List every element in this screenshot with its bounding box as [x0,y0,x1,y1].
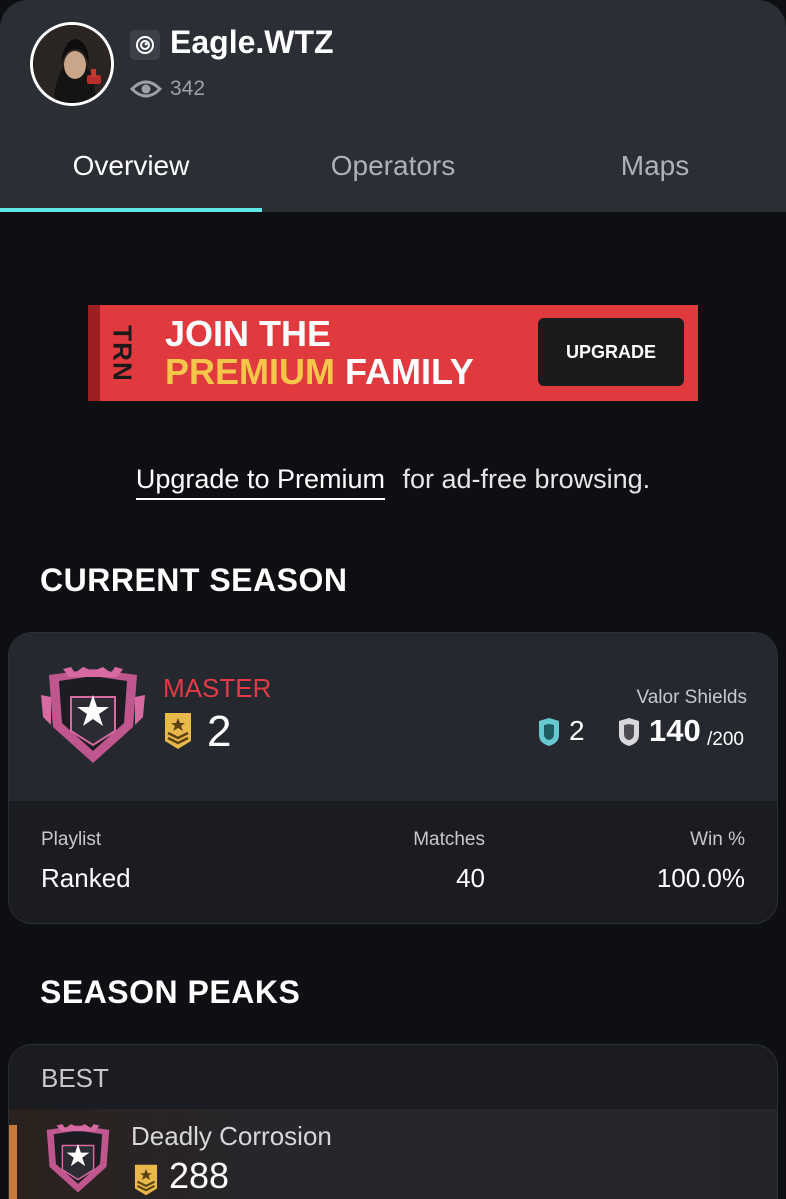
matches-label: Matches [413,829,485,850]
matches-value: 40 [456,863,485,893]
peak-accent-bar [9,1125,17,1199]
valor-shields-label: Valor Shields [636,687,747,708]
silver-shield-icon [619,718,639,746]
season-peaks-card: BEST Deadly Corrosion 288 [8,1044,778,1199]
views-count: 342 [170,77,206,100]
peak-rank-icon [46,1124,110,1193]
profile-header: Eagle.WTZ 342 Overview Operators Maps [0,0,786,212]
current-season-title: CURRENT SEASON [40,562,348,598]
ad-strip [88,305,100,401]
valor-teal-count: 2 [569,715,585,746]
rank-level: 2 [207,707,232,756]
username: Eagle.WTZ [170,24,334,60]
tab-bar: Overview Operators Maps [0,120,786,212]
valor-silver-max: /200 [707,729,744,750]
rank-panel: MASTER 2 Valor Shields 2 140 /200 [9,633,777,801]
peak-name: Deadly Corrosion [131,1121,332,1151]
avatar[interactable] [30,22,114,106]
tab-operators[interactable]: Operators [262,120,524,212]
best-label: BEST [41,1063,109,1093]
peak-row[interactable]: Deadly Corrosion 288 [9,1109,777,1199]
playlist-label: Playlist [41,829,102,850]
tab-maps[interactable]: Maps [524,120,786,212]
ad-headline-2: PREMIUM FAMILY [165,352,474,392]
eye-icon [130,80,162,98]
ad-headline-1: JOIN THE [165,313,332,354]
trn-logo: TRN [100,305,144,401]
ubisoft-swirl-icon [130,30,160,60]
upgrade-premium-link[interactable]: Upgrade to Premium [135,464,385,500]
premium-note: Upgrade to Premium for ad-free browsing. [0,464,786,500]
teal-shield-icon [539,718,559,746]
rank-chevron-icon [165,713,191,749]
master-rank-icon [41,667,145,763]
peak-value: 288 [169,1155,230,1196]
trn-logo-text: TRN [107,324,138,382]
season-peaks-title: SEASON PEAKS [40,974,301,1010]
valor-silver-count: 140 [649,713,701,748]
win-label: Win % [690,829,745,850]
current-season-card: MASTER 2 Valor Shields 2 140 /200 Playli… [8,632,778,924]
win-value: 100.0% [656,863,745,893]
ad-rest: FAMILY [345,351,474,392]
premium-ad-banner[interactable]: TRN JOIN THE PREMIUM FAMILY UPGRADE [88,305,698,401]
avatar-image [33,25,111,103]
ad-highlight: PREMIUM [165,351,335,392]
playlist-value: Ranked [41,863,131,893]
tab-overview[interactable]: Overview [0,120,262,212]
upgrade-button[interactable]: UPGRADE [538,318,684,386]
premium-note-text: for ad-free browsing. [402,464,651,494]
rank-name: MASTER [163,673,272,703]
peak-chevron-icon [134,1164,158,1196]
